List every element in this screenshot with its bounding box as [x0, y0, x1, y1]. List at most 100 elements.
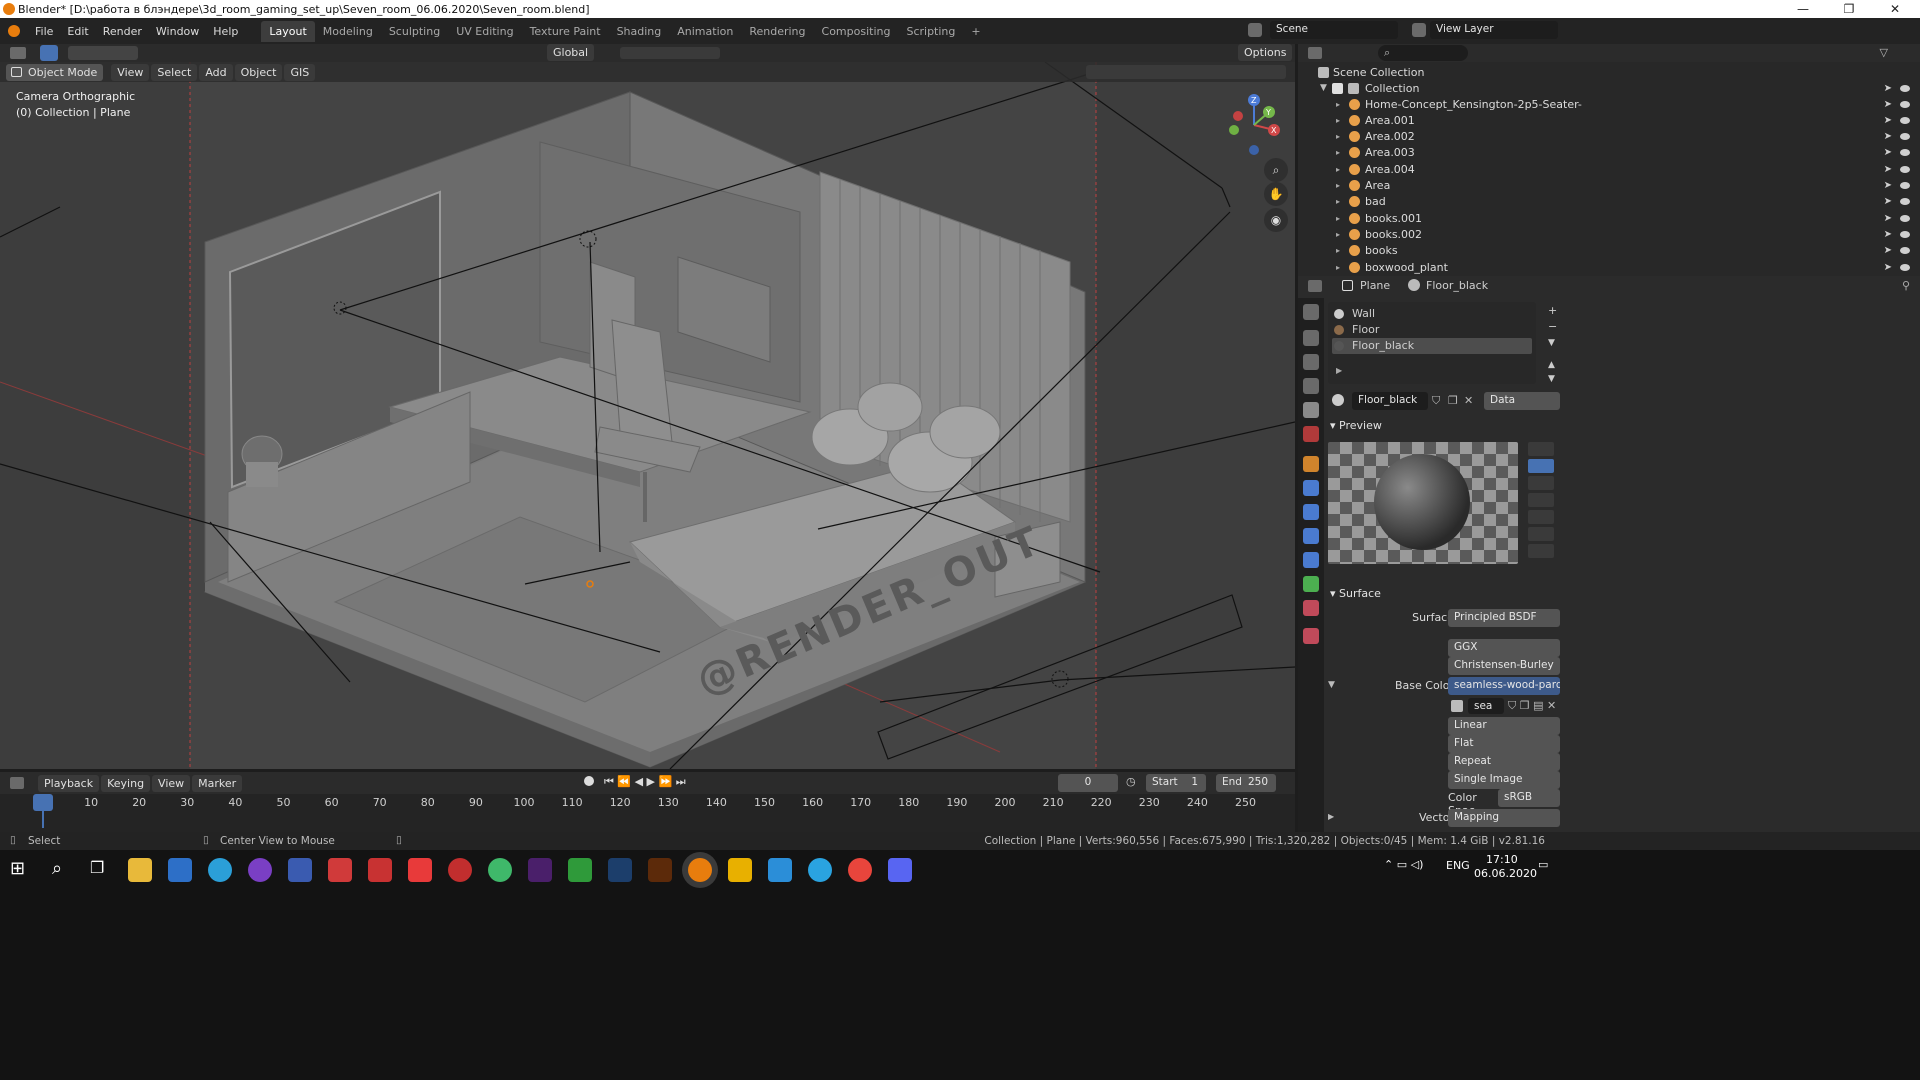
- search-icon[interactable]: ⌕: [52, 858, 62, 879]
- distribution-dropdown[interactable]: GGX: [1448, 639, 1560, 657]
- preview-type-buttons[interactable]: [1524, 442, 1558, 570]
- surface-section-header[interactable]: ▾ Surface: [1330, 587, 1381, 600]
- select-tool-icon[interactable]: [40, 45, 58, 61]
- expand-arrow-icon[interactable]: ▸: [1336, 263, 1340, 272]
- language-indicator[interactable]: ENG: [1446, 859, 1470, 872]
- tab-scripting[interactable]: Scripting: [898, 21, 963, 42]
- scene-name-field[interactable]: Scene: [1270, 21, 1398, 39]
- outliner-item[interactable]: ▸ Area.001 ➤: [1298, 112, 1920, 128]
- data-tab-icon[interactable]: [1303, 576, 1319, 592]
- file-explorer-icon[interactable]: [128, 858, 152, 882]
- options-dropdown[interactable]: Options: [1238, 44, 1293, 61]
- menu-edit[interactable]: Edit: [60, 25, 95, 38]
- record-icon[interactable]: [584, 776, 594, 786]
- expand-arrow-icon[interactable]: ▸: [1336, 214, 1340, 223]
- filter-icon[interactable]: ▽: [1880, 46, 1888, 59]
- visibility-eye-icon[interactable]: [1900, 198, 1910, 206]
- base-color-texture-field[interactable]: seamless-wood-parq...: [1448, 677, 1560, 695]
- base-color-expand-icon[interactable]: ▼: [1328, 680, 1335, 690]
- zoom-icon[interactable]: ⌕: [1264, 158, 1288, 182]
- select-arrow-icon[interactable]: ➤: [1884, 245, 1892, 256]
- vector-mapping-field[interactable]: Mapping: [1448, 809, 1560, 827]
- snap-proportional-controls[interactable]: [620, 47, 720, 59]
- material-name-field[interactable]: Floor_black: [1352, 392, 1428, 410]
- unlink-icon[interactable]: ✕: [1464, 394, 1473, 407]
- add-slot-icon[interactable]: +: [1548, 304, 1557, 317]
- outliner-item[interactable]: ▸ boxwood_plant ➤: [1298, 259, 1920, 275]
- outliner-collection[interactable]: ▼ Collection ➤: [1298, 80, 1920, 96]
- telegram-icon[interactable]: [808, 858, 832, 882]
- checkbox-icon[interactable]: [1332, 82, 1343, 94]
- expand-arrow-icon[interactable]: ▸: [1336, 197, 1340, 206]
- tab-animation[interactable]: Animation: [669, 21, 741, 42]
- expand-arrow-icon[interactable]: ▸: [1336, 165, 1340, 174]
- move-up-icon[interactable]: ▲: [1548, 360, 1555, 370]
- visibility-eye-icon[interactable]: [1900, 182, 1910, 189]
- blender-menu-icon[interactable]: [8, 25, 20, 37]
- select-arrow-icon[interactable]: ➤: [1884, 131, 1892, 142]
- breadcrumb-material[interactable]: Floor_black: [1426, 279, 1488, 292]
- color-space-dropdown[interactable]: sRGB: [1498, 789, 1560, 807]
- app-icon[interactable]: [368, 858, 392, 882]
- tab-modeling[interactable]: Modeling: [315, 21, 381, 42]
- image-name-field[interactable]: sea: [1468, 698, 1504, 714]
- close-button[interactable]: ✕: [1872, 0, 1918, 18]
- viewport-menu-gis[interactable]: GIS: [284, 63, 316, 81]
- outliner-item[interactable]: ▸ Area ➤: [1298, 178, 1920, 194]
- tab-rendering[interactable]: Rendering: [741, 21, 813, 42]
- select-arrow-icon[interactable]: ➤: [1884, 83, 1892, 94]
- select-mode-buttons[interactable]: [68, 46, 138, 60]
- material-slot-list[interactable]: Wall Floor Floor_black ▶: [1328, 302, 1536, 384]
- playhead[interactable]: [33, 794, 53, 811]
- properties-editor-type-icon[interactable]: [1308, 280, 1322, 292]
- app-icon[interactable]: [768, 858, 792, 882]
- subsurface-method-dropdown[interactable]: Christensen-Burley: [1448, 657, 1560, 675]
- outliner-item[interactable]: ▸ Home-Concept_Kensington-2p5-Seater- ➤: [1298, 96, 1920, 112]
- timeline-menu-keying[interactable]: Keying: [101, 774, 151, 792]
- outliner-item[interactable]: ▸ Area.003 ➤: [1298, 145, 1920, 161]
- visibility-eye-icon[interactable]: [1900, 116, 1910, 124]
- photoshop-icon[interactable]: [608, 858, 632, 882]
- windows-start-icon[interactable]: ⊞: [10, 858, 25, 879]
- app-icon[interactable]: [288, 858, 312, 882]
- app-icon[interactable]: [328, 858, 352, 882]
- minimize-button[interactable]: —: [1780, 0, 1826, 18]
- material-slot-item[interactable]: Wall: [1332, 306, 1532, 322]
- pin-icon[interactable]: ⚲: [1902, 279, 1910, 292]
- breadcrumb-object[interactable]: Plane: [1360, 279, 1390, 292]
- visibility-eye-icon[interactable]: [1900, 100, 1910, 108]
- timeline-menu-marker[interactable]: Marker: [192, 774, 243, 792]
- expand-arrow-icon[interactable]: ▶: [1336, 366, 1342, 375]
- tab-sculpting[interactable]: Sculpting: [381, 21, 448, 42]
- app-icon[interactable]: [408, 858, 432, 882]
- maximize-button[interactable]: ❐: [1826, 0, 1872, 18]
- outliner-item[interactable]: ▸ Area.002 ➤: [1298, 129, 1920, 145]
- object-tab-icon[interactable]: [1303, 456, 1319, 472]
- transform-orientation-select[interactable]: Global: [547, 44, 595, 61]
- outliner-item[interactable]: ▸ books.001 ➤: [1298, 210, 1920, 226]
- app-icon[interactable]: [448, 858, 472, 882]
- duplicate-icon[interactable]: ❐: [1448, 394, 1458, 407]
- constraints-tab-icon[interactable]: [1303, 552, 1319, 568]
- collapse-arrow-icon[interactable]: ▼: [1320, 83, 1327, 93]
- navigation-gizmo[interactable]: Z X Y: [1224, 90, 1284, 160]
- visibility-eye-icon[interactable]: [1900, 149, 1910, 157]
- material-tab-icon[interactable]: [1303, 600, 1319, 616]
- projection-dropdown[interactable]: Flat: [1448, 735, 1560, 753]
- select-arrow-icon[interactable]: ➤: [1884, 262, 1892, 273]
- viewport-menu-select[interactable]: Select: [151, 63, 198, 81]
- visibility-eye-icon[interactable]: [1900, 263, 1910, 271]
- outliner-item[interactable]: ▸ books ➤: [1298, 243, 1920, 259]
- view-layer-field[interactable]: View Layer: [1430, 21, 1558, 39]
- editor-type-icon[interactable]: [10, 47, 26, 59]
- world-tab-icon[interactable]: [1303, 426, 1319, 442]
- material-slot-item-active[interactable]: Floor_black: [1332, 338, 1532, 354]
- viewport-menu-view[interactable]: View: [111, 63, 150, 81]
- timeline-editor-type-icon[interactable]: [10, 777, 24, 789]
- pycharm-icon[interactable]: [568, 858, 592, 882]
- browse-material-icon[interactable]: [1332, 394, 1344, 406]
- tool-tab-icon[interactable]: [1303, 304, 1319, 320]
- current-frame-field[interactable]: 0: [1058, 774, 1118, 792]
- expand-arrow-icon[interactable]: ▸: [1336, 132, 1340, 141]
- app-icon[interactable]: [728, 858, 752, 882]
